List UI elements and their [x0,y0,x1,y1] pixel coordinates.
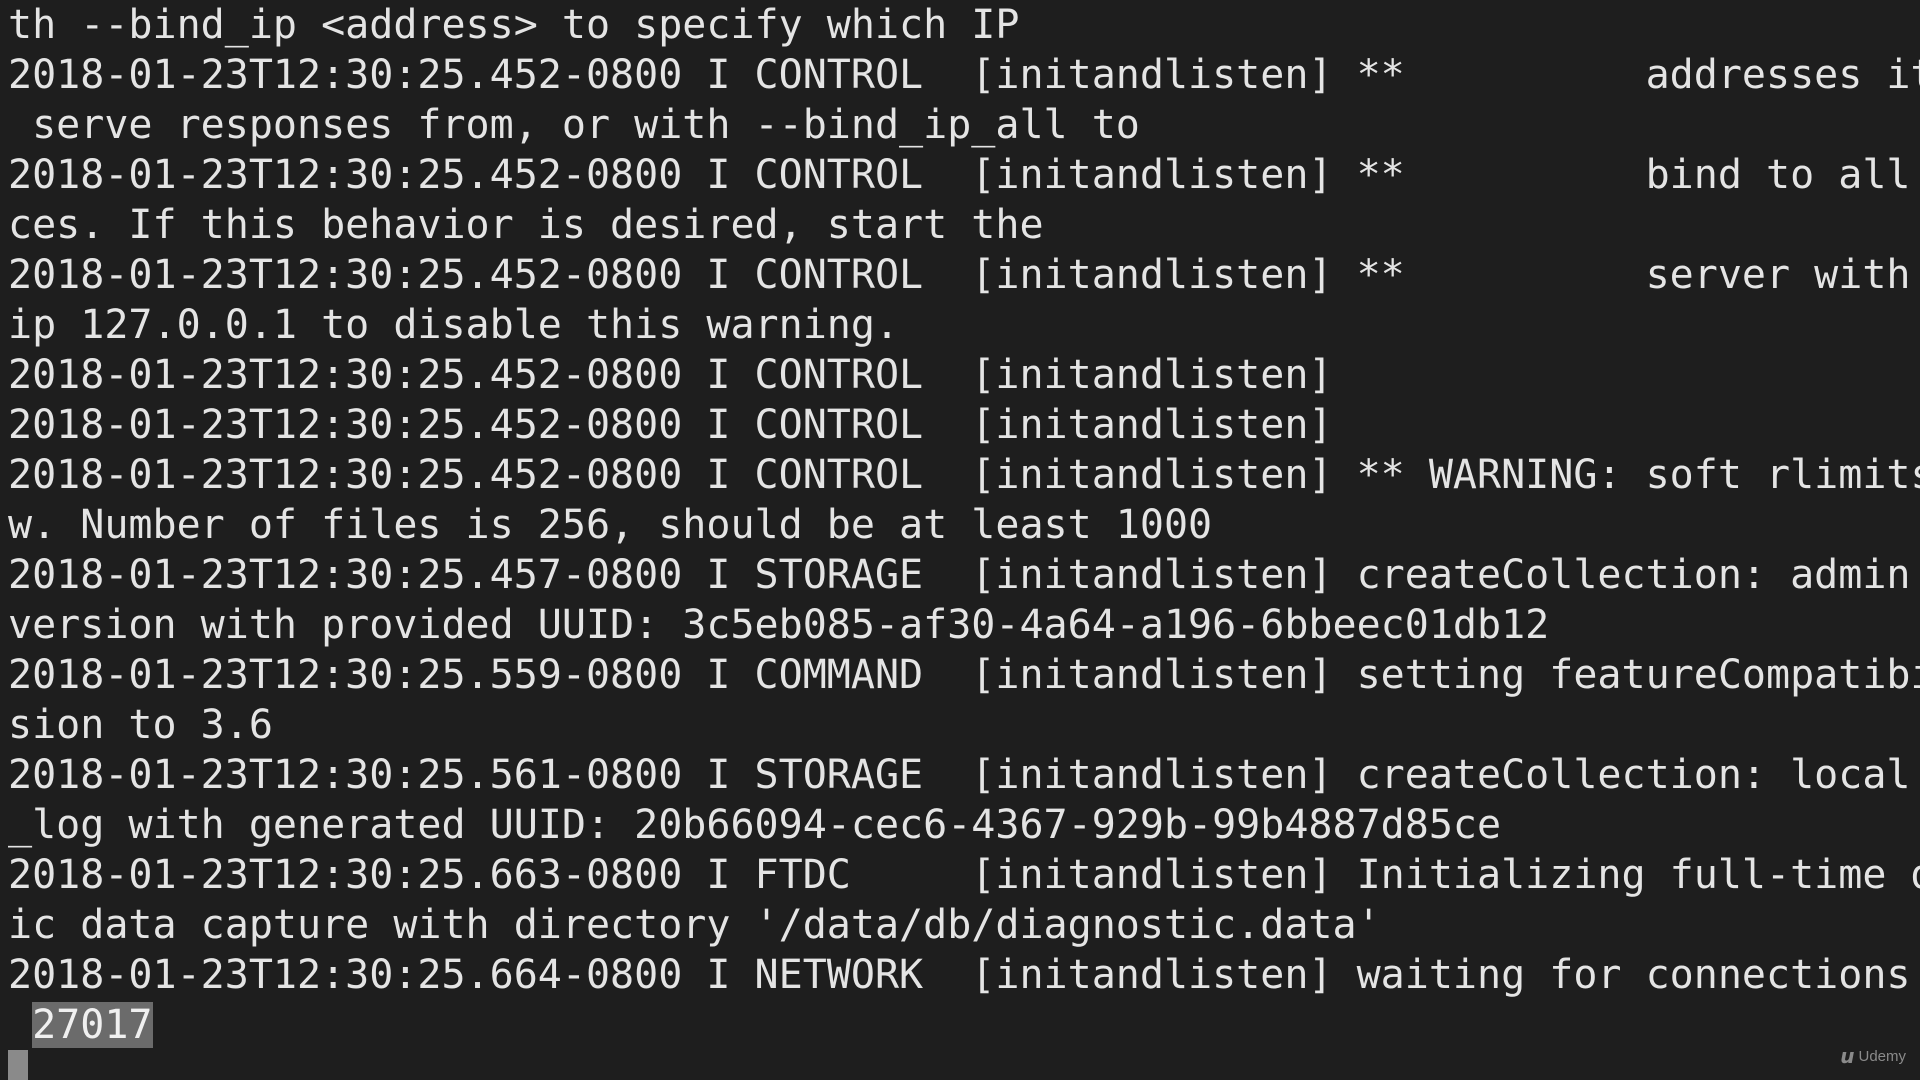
terminal-output: th --bind_ip <address> to specify which … [8,0,1920,1050]
line-prefix [8,1002,32,1048]
selected-port-text[interactable]: 27017 [32,1002,153,1048]
terminal-line: 2018-01-23T12:30:25.452-0800 I CONTROL [… [8,402,1333,448]
terminal-line: 2018-01-23T12:30:25.457-0800 I STORAGE [… [8,552,1920,598]
terminal-line: 2018-01-23T12:30:25.663-0800 I FTDC [ini… [8,852,1920,898]
terminal-window[interactable]: th --bind_ip <address> to specify which … [0,0,1920,1080]
terminal-line: 2018-01-23T12:30:25.452-0800 I CONTROL [… [8,452,1920,498]
terminal-line: 2018-01-23T12:30:25.561-0800 I STORAGE [… [8,752,1920,798]
terminal-line: 2018-01-23T12:30:25.452-0800 I CONTROL [… [8,252,1920,298]
terminal-line-last: 27017 [8,1000,1920,1050]
terminal-line: ic data capture with directory '/data/db… [8,902,1381,948]
terminal-line: _log with generated UUID: 20b66094-cec6-… [8,802,1502,848]
watermark-text: Udemy [1858,1047,1906,1065]
terminal-line: ces. If this behavior is desired, start … [8,202,1044,248]
terminal-line: 2018-01-23T12:30:25.664-0800 I NETWORK [… [8,952,1920,998]
terminal-line: serve responses from, or with --bind_ip_… [8,102,1140,148]
terminal-line: 2018-01-23T12:30:25.559-0800 I COMMAND [… [8,652,1920,698]
terminal-line: th --bind_ip <address> to specify which … [8,2,1020,48]
terminal-line: 2018-01-23T12:30:25.452-0800 I CONTROL [… [8,52,1920,98]
terminal-line: version with provided UUID: 3c5eb085-af3… [8,602,1550,648]
terminal-line: 2018-01-23T12:30:25.452-0800 I CONTROL [… [8,152,1920,198]
udemy-watermark: u Udemy [1840,1044,1906,1068]
terminal-line: sion to 3.6 [8,702,273,748]
udemy-logo-icon: u [1840,1044,1855,1068]
terminal-cursor [8,1050,28,1080]
terminal-line: w. Number of files is 256, should be at … [8,502,1213,548]
terminal-line: ip 127.0.0.1 to disable this warning. [8,302,900,348]
terminal-line: 2018-01-23T12:30:25.452-0800 I CONTROL [… [8,352,1333,398]
